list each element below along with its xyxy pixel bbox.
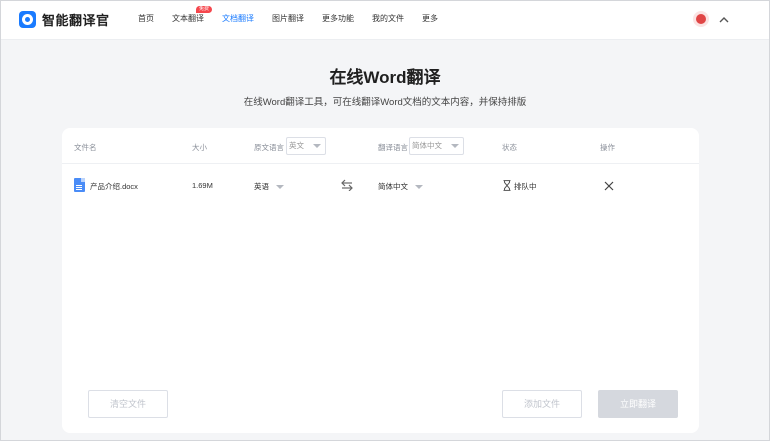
word-file-icon [74, 178, 85, 192]
top-header: 智能翻译官 首页 文本翻译 免费 文档翻译 图片翻译 更多功能 我的文件 更多 [0, 0, 770, 40]
close-icon[interactable] [604, 181, 614, 191]
col-size: 大小 [192, 143, 207, 152]
target-lang-select[interactable]: 简体中文 [409, 137, 464, 155]
user-avatar[interactable] [693, 11, 709, 27]
row-source-lang[interactable]: 英语 [254, 181, 269, 192]
row-status: 排队中 [514, 182, 537, 191]
file-name: 产品介绍.docx [90, 182, 138, 191]
chevron-down-icon[interactable] [276, 185, 284, 189]
table-row: 产品介绍.docx 1.69M 英语 简体中文 排队中 [62, 164, 699, 208]
source-lang-select[interactable]: 英文 [286, 137, 326, 155]
swap-icon[interactable] [340, 179, 354, 191]
nav-more-features[interactable]: 更多功能 [322, 0, 354, 40]
logo-icon [19, 11, 36, 28]
chevron-down-icon[interactable] [415, 185, 423, 189]
file-size: 1.69M [192, 181, 213, 190]
target-lang-select-value: 简体中文 [412, 141, 442, 150]
clear-files-button[interactable]: 清空文件 [88, 390, 168, 418]
nav-text-translate-label: 文本翻译 [172, 14, 204, 23]
nav-home[interactable]: 首页 [138, 0, 154, 40]
add-file-button[interactable]: 添加文件 [502, 390, 582, 418]
col-source-lang: 原文语言 [254, 143, 284, 152]
app-name: 智能翻译官 [42, 13, 110, 28]
col-target-lang: 翻译语言 [378, 143, 408, 152]
chevron-down-icon [313, 144, 321, 148]
translate-now-button[interactable]: 立即翻译 [598, 390, 678, 418]
free-badge: 免费 [196, 6, 213, 13]
main-nav: 首页 文本翻译 免费 文档翻译 图片翻译 更多功能 我的文件 更多 [138, 0, 456, 40]
nav-my-files[interactable]: 我的文件 [372, 0, 404, 40]
chevron-down-icon [451, 144, 459, 148]
nav-more[interactable]: 更多 [422, 0, 438, 40]
file-panel: 文件名 大小 原文语言 英文 翻译语言 简体中文 状态 操作 产品介绍.docx… [62, 128, 699, 433]
app-logo[interactable]: 智能翻译官 [19, 10, 110, 29]
nav-doc-translate[interactable]: 文档翻译 [222, 0, 254, 40]
nav-text-translate[interactable]: 文本翻译 免费 [172, 0, 213, 40]
nav-image-translate[interactable]: 图片翻译 [272, 0, 304, 40]
col-filename: 文件名 [74, 143, 97, 152]
table-header: 文件名 大小 原文语言 英文 翻译语言 简体中文 状态 操作 [62, 128, 699, 164]
col-action: 操作 [600, 143, 615, 152]
page-subtitle: 在线Word翻译工具，可在线翻译Word文档的文本内容，并保持排版 [243, 97, 527, 108]
hourglass-icon [503, 180, 511, 191]
chevron-up-icon[interactable] [718, 14, 730, 26]
col-status: 状态 [502, 143, 517, 152]
row-target-lang[interactable]: 简体中文 [378, 181, 408, 192]
page-title: 在线Word翻译 [329, 68, 441, 87]
source-lang-select-value: 英文 [289, 141, 304, 150]
